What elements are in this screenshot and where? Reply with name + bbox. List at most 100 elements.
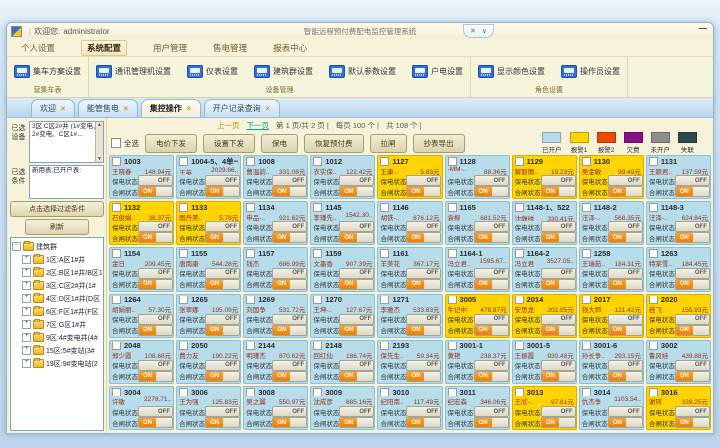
meter-card[interactable]: 1264胡娟丽..57.30元保电状态OFF合闸状态ON bbox=[109, 294, 174, 338]
power-protect-toggle[interactable]: OFF bbox=[406, 406, 441, 417]
menu-item-系统配置[interactable]: 系统配置 bbox=[81, 40, 127, 56]
card-checkbox[interactable] bbox=[515, 342, 524, 351]
power-protect-toggle[interactable]: OFF bbox=[675, 175, 710, 186]
power-protect-toggle[interactable]: OFF bbox=[339, 314, 374, 325]
selected-conditions-list[interactable]: 新用表:已开户表: bbox=[29, 165, 104, 199]
tree-item[interactable]: +3区:C区2#井(1# bbox=[12, 279, 102, 292]
card-checkbox[interactable] bbox=[112, 296, 121, 305]
card-checkbox[interactable] bbox=[448, 388, 457, 397]
tree-item[interactable]: +19区:9#变电站(2 bbox=[12, 357, 102, 370]
card-checkbox[interactable] bbox=[112, 249, 121, 258]
power-protect-toggle[interactable]: OFF bbox=[406, 314, 441, 325]
scroll-up-icon[interactable]: ▲ bbox=[96, 122, 103, 128]
meter-card[interactable]: 1165袁柳681.52元保电状态OFF合闸状态ON bbox=[445, 201, 510, 245]
action-button-恢复预付费[interactable]: 恢复预付费 bbox=[304, 134, 364, 153]
meter-card[interactable]: 1012衣实保..122.42元保电状态OFF合闸状态ON bbox=[310, 155, 375, 199]
meter-card[interactable]: 1161羊美花367.17元保电状态OFF合闸状态ON bbox=[377, 247, 442, 291]
card-checkbox[interactable] bbox=[380, 388, 389, 397]
tab-close-icon[interactable]: ✕ bbox=[265, 105, 271, 113]
switch-state-toggle[interactable]: ON bbox=[339, 417, 374, 428]
power-protect-toggle[interactable]: OFF bbox=[138, 406, 173, 417]
card-checkbox[interactable] bbox=[313, 388, 322, 397]
switch-state-toggle[interactable]: ON bbox=[138, 279, 173, 290]
switch-state-toggle[interactable]: ON bbox=[339, 232, 374, 243]
power-protect-toggle[interactable]: OFF bbox=[608, 221, 643, 232]
power-protect-toggle[interactable]: OFF bbox=[608, 360, 643, 371]
switch-state-toggle[interactable]: ON bbox=[541, 325, 576, 336]
switch-state-toggle[interactable]: ON bbox=[272, 186, 307, 197]
expand-icon[interactable]: + bbox=[22, 281, 31, 290]
scroll-down-icon[interactable]: ▼ bbox=[96, 156, 103, 162]
switch-state-toggle[interactable]: ON bbox=[474, 371, 509, 382]
card-checkbox[interactable] bbox=[448, 342, 457, 351]
card-checkbox[interactable] bbox=[582, 296, 591, 305]
card-checkbox[interactable] bbox=[179, 203, 188, 212]
meter-card[interactable]: 3005牛记中479.87元保电状态OFF合闸状态ON bbox=[445, 294, 510, 338]
power-protect-toggle[interactable]: OFF bbox=[205, 175, 240, 186]
switch-state-toggle[interactable]: ON bbox=[406, 325, 441, 336]
meter-card[interactable]: 1003王晓春148.94元保电状态OFF合闸状态ON bbox=[109, 155, 174, 199]
meter-card[interactable]: 1004-5、4单一王英2029.66..保电状态OFF合闸状态ON bbox=[176, 155, 241, 199]
power-protect-toggle[interactable]: OFF bbox=[608, 268, 643, 279]
power-protect-toggle[interactable]: OFF bbox=[474, 406, 509, 417]
switch-state-toggle[interactable]: ON bbox=[339, 186, 374, 197]
switch-state-toggle[interactable]: ON bbox=[675, 417, 710, 428]
collapse-icon[interactable]: − bbox=[12, 242, 21, 251]
expand-icon[interactable]: + bbox=[22, 359, 31, 368]
switch-state-toggle[interactable]: ON bbox=[406, 232, 441, 243]
card-checkbox[interactable] bbox=[179, 388, 188, 397]
card-checkbox[interactable] bbox=[112, 342, 121, 351]
card-checkbox[interactable] bbox=[649, 388, 658, 397]
switch-state-toggle[interactable]: ON bbox=[541, 417, 576, 428]
meter-card[interactable]: 1133图丹美..5.78元保电状态OFF合闸状态ON bbox=[176, 201, 241, 245]
power-protect-toggle[interactable]: OFF bbox=[541, 314, 576, 325]
switch-state-toggle[interactable]: ON bbox=[138, 186, 173, 197]
tree-item[interactable]: +4区:D区1#井(D区 bbox=[12, 292, 102, 305]
power-protect-toggle[interactable]: OFF bbox=[272, 314, 307, 325]
switch-state-toggle[interactable]: ON bbox=[608, 232, 643, 243]
tab-close-icon[interactable]: ✕ bbox=[123, 105, 129, 113]
meter-card[interactable]: 3001-5王振霞930.48元保电状态OFF合闸状态ON bbox=[512, 340, 577, 384]
meter-card[interactable]: 1148-3汪泽-..624.84元保电状态OFF合闸状态ON bbox=[646, 201, 711, 245]
power-protect-toggle[interactable]: OFF bbox=[474, 268, 509, 279]
refresh-button[interactable]: 刷新 bbox=[25, 219, 89, 235]
card-checkbox[interactable] bbox=[179, 157, 188, 166]
power-protect-toggle[interactable]: OFF bbox=[339, 221, 374, 232]
tree-item[interactable]: +9区:4#变电井(4# bbox=[12, 331, 102, 344]
card-checkbox[interactable] bbox=[246, 296, 255, 305]
card-checkbox[interactable] bbox=[582, 249, 591, 258]
meter-card[interactable]: 1145李瑾先..1542.30..保电状态OFF合闸状态ON bbox=[310, 201, 375, 245]
power-protect-toggle[interactable]: OFF bbox=[272, 175, 307, 186]
switch-state-toggle[interactable]: ON bbox=[406, 186, 441, 197]
card-checkbox[interactable] bbox=[380, 342, 389, 351]
switch-state-toggle[interactable]: ON bbox=[272, 232, 307, 243]
power-protect-toggle[interactable]: OFF bbox=[205, 221, 240, 232]
card-checkbox[interactable] bbox=[380, 203, 389, 212]
switch-state-toggle[interactable]: ON bbox=[205, 186, 240, 197]
switch-state-toggle[interactable]: ON bbox=[339, 371, 374, 382]
menu-item-报表中心[interactable]: 报表中心 bbox=[273, 42, 307, 54]
ribbon-button-户电设置[interactable]: 户电设置 bbox=[409, 63, 466, 80]
meter-card[interactable]: 3001-6孙长争..293.15元保电状态OFF合闸状态ON bbox=[579, 340, 644, 384]
tab-欢迎[interactable]: 欢迎✕ bbox=[31, 99, 75, 117]
expand-icon[interactable]: + bbox=[22, 294, 31, 303]
power-protect-toggle[interactable]: OFF bbox=[474, 175, 509, 186]
ribbon-button-显示颜色设置[interactable]: 显示颜色设置 bbox=[475, 63, 548, 80]
power-protect-toggle[interactable]: OFF bbox=[406, 268, 441, 279]
meter-card[interactable]: 3016谢珂339.25元保电状态OFF合闸状态ON bbox=[646, 386, 711, 430]
menu-item-售电管理[interactable]: 售电管理 bbox=[213, 42, 247, 54]
meter-card[interactable]: 1258王瑞茹..184.31元保电状态OFF合闸状态ON bbox=[579, 247, 644, 291]
switch-state-toggle[interactable]: ON bbox=[474, 186, 509, 197]
power-protect-toggle[interactable]: OFF bbox=[339, 406, 374, 417]
card-checkbox[interactable] bbox=[112, 203, 121, 212]
power-protect-toggle[interactable]: OFF bbox=[608, 175, 643, 186]
selected-devices-list[interactable]: 3区:C区2#井 (1#变电、2#变电、C区1#... ▲▼ bbox=[29, 121, 104, 163]
meter-card[interactable]: 1155唐南康544.28元保电状态OFF合闸状态ON bbox=[176, 247, 241, 291]
power-protect-toggle[interactable]: OFF bbox=[205, 360, 240, 371]
meter-card[interactable]: 1164-2冯立君3527.05..保电状态OFF合闸状态ON bbox=[512, 247, 577, 291]
meter-card[interactable]: 2144明瑾杰870.62元保电状态OFF合闸状态ON bbox=[243, 340, 308, 384]
expand-icon[interactable]: + bbox=[22, 255, 31, 264]
card-checkbox[interactable] bbox=[515, 203, 524, 212]
tab-close-icon[interactable]: ✕ bbox=[186, 105, 192, 113]
power-protect-toggle[interactable]: OFF bbox=[205, 406, 240, 417]
